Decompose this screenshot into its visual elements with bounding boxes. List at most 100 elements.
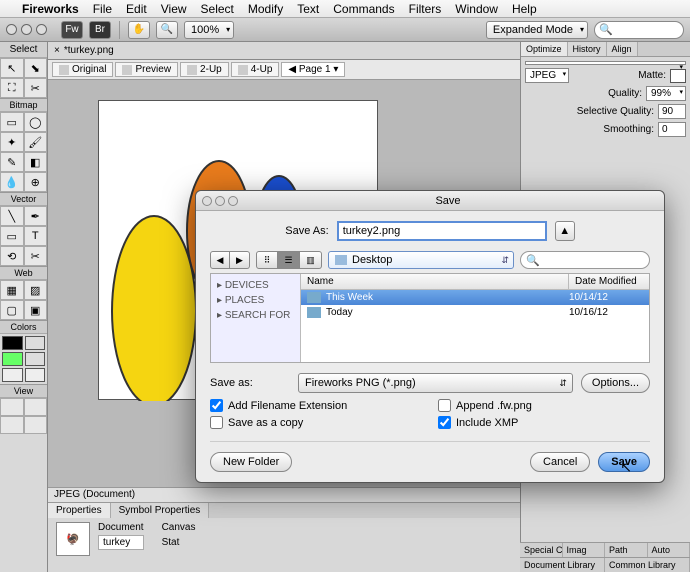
tab-align[interactable]: Align (607, 42, 638, 56)
tab-path[interactable]: Path (605, 543, 648, 557)
options-button[interactable]: Options... (581, 373, 650, 393)
default-colors-icon[interactable] (2, 368, 23, 382)
hand-tool-icon[interactable]: ✋ (128, 21, 150, 39)
pen-tool-icon[interactable]: ✒ (24, 206, 48, 226)
location-select[interactable]: Desktop (328, 251, 514, 269)
chk-add-extension[interactable]: Add Filename Extension (210, 399, 422, 412)
menu-view[interactable]: View (161, 2, 187, 16)
chk-include-xmp[interactable]: Include XMP (438, 416, 650, 429)
matte-swatch[interactable] (670, 69, 686, 83)
view-list-icon[interactable]: ☰ (278, 251, 300, 269)
fill-swatch[interactable] (2, 352, 23, 366)
newfolder-button[interactable]: New Folder (210, 452, 292, 472)
view-4up[interactable]: 4-Up (231, 62, 280, 77)
tab-optimize[interactable]: Optimize (521, 42, 568, 56)
column-headers[interactable]: Name Date Modified (301, 274, 649, 290)
mode-select[interactable]: Expanded Mode (486, 21, 588, 39)
disclose-button[interactable]: ▲ (555, 221, 575, 241)
menu-modify[interactable]: Modify (248, 2, 283, 16)
dialog-search-input[interactable]: 🔍 (520, 251, 650, 269)
menu-window[interactable]: Window (455, 2, 498, 16)
app-menu[interactable]: Fireworks (22, 2, 79, 16)
menu-filters[interactable]: Filters (409, 2, 442, 16)
sidebar-places[interactable]: ▸ PLACES (211, 293, 300, 308)
zoom-tool-icon[interactable]: 🔍 (156, 21, 178, 39)
file-row[interactable]: Today 10/16/12 (301, 305, 649, 320)
menu-file[interactable]: File (93, 2, 112, 16)
fw-icon[interactable]: Fw (61, 21, 83, 39)
nav-back-forward[interactable]: ◀▶ (210, 251, 250, 269)
br-icon[interactable]: Br (89, 21, 111, 39)
show-slice-icon[interactable]: ▣ (24, 300, 48, 320)
chk-save-copy[interactable]: Save as a copy (210, 416, 422, 429)
scale-tool-icon[interactable]: ⛶ (0, 78, 24, 98)
view-preview[interactable]: Preview (115, 62, 178, 77)
tab-image[interactable]: Imag (563, 543, 606, 557)
fullscreenapp-view-icon[interactable] (24, 416, 48, 434)
filename-input[interactable] (337, 221, 547, 241)
format-select[interactable]: JPEG (525, 68, 569, 83)
sidebar-devices[interactable]: ▸ DEVICES (211, 278, 300, 293)
slice-tool-icon[interactable]: ▨ (24, 280, 48, 300)
lasso-tool-icon[interactable]: ◯ (24, 112, 48, 132)
tab-properties[interactable]: Properties (48, 503, 111, 518)
wand-tool-icon[interactable]: ✦ (0, 132, 24, 152)
quality-select[interactable]: 99% (646, 86, 686, 101)
pointer-tool-icon[interactable]: ↖ (0, 58, 24, 78)
cancel-button[interactable]: Cancel (530, 452, 590, 472)
menu-select[interactable]: Select (201, 2, 234, 16)
dialog-traffic-lights[interactable] (202, 196, 238, 206)
subselect-tool-icon[interactable]: ⬊ (24, 58, 48, 78)
document-tab[interactable]: × *turkey.png (48, 42, 520, 60)
zoom-select[interactable]: 100% (184, 21, 234, 39)
menu-help[interactable]: Help (512, 2, 537, 16)
eraser-tool-icon[interactable]: ◧ (24, 152, 48, 172)
view-segmented[interactable]: ⠿ ☰ ▥ (256, 251, 322, 269)
tab-document-library[interactable]: Document Library (520, 558, 605, 572)
smooth-input[interactable]: 0 (658, 122, 686, 137)
hide-slice-icon[interactable]: ▢ (0, 300, 24, 320)
chk-append-fwpng[interactable]: Append .fw.png (438, 399, 650, 412)
col-date[interactable]: Date Modified (569, 274, 649, 289)
crop-tool-icon[interactable]: ✂ (24, 78, 48, 98)
menu-edit[interactable]: Edit (126, 2, 147, 16)
forward-icon[interactable]: ▶ (230, 251, 250, 269)
menu-text[interactable]: Text (297, 2, 319, 16)
view-original[interactable]: Original (52, 62, 113, 77)
stamp-tool-icon[interactable]: ⊕ (24, 172, 48, 192)
freeform-tool-icon[interactable]: ⟲ (0, 246, 24, 266)
blur-tool-icon[interactable]: 💧 (0, 172, 24, 192)
view-2up[interactable]: 2-Up (180, 62, 229, 77)
tab-special-characters[interactable]: Special Characters (520, 543, 563, 557)
line-tool-icon[interactable]: ╲ (0, 206, 24, 226)
tab-auto[interactable]: Auto (648, 543, 690, 557)
brush-tool-icon[interactable]: 🖌 (24, 132, 48, 152)
file-list[interactable]: Name Date Modified This Week 10/14/12 To… (301, 274, 649, 362)
text-tool-icon[interactable]: T (24, 226, 48, 246)
search-input[interactable]: 🔍 (594, 21, 684, 39)
preset-select[interactable] (525, 61, 686, 65)
back-icon[interactable]: ◀ (210, 251, 230, 269)
tab-common-library[interactable]: Common Library (605, 558, 690, 572)
hotspot-tool-icon[interactable]: ▦ (0, 280, 24, 300)
selq-input[interactable]: 90 (658, 104, 686, 119)
tab-symbol-properties[interactable]: Symbol Properties (111, 503, 210, 518)
stroke-swatch[interactable] (2, 336, 23, 350)
col-name[interactable]: Name (301, 274, 569, 289)
traffic-lights[interactable] (6, 24, 47, 35)
knife-tool-icon[interactable]: ✂ (24, 246, 48, 266)
file-row[interactable]: This Week 10/14/12 (301, 290, 649, 305)
pencil-tool-icon[interactable]: ✎ (0, 152, 24, 172)
swap-colors-icon[interactable] (25, 368, 46, 382)
menu-commands[interactable]: Commands (333, 2, 394, 16)
tab-history[interactable]: History (568, 42, 607, 56)
sidebar-list[interactable]: ▸ DEVICES ▸ PLACES ▸ SEARCH FOR (211, 274, 301, 362)
fullscreen-view-icon[interactable] (24, 398, 48, 416)
format-select[interactable]: Fireworks PNG (*.png) (298, 373, 573, 393)
view-icons-icon[interactable]: ⠿ (256, 251, 278, 269)
view-columns-icon[interactable]: ▥ (300, 251, 322, 269)
rect-tool-icon[interactable]: ▭ (0, 226, 24, 246)
doc-name[interactable]: turkey (98, 535, 144, 550)
close-tab-icon[interactable]: × (54, 45, 60, 56)
preview-view-icon[interactable] (0, 416, 24, 434)
